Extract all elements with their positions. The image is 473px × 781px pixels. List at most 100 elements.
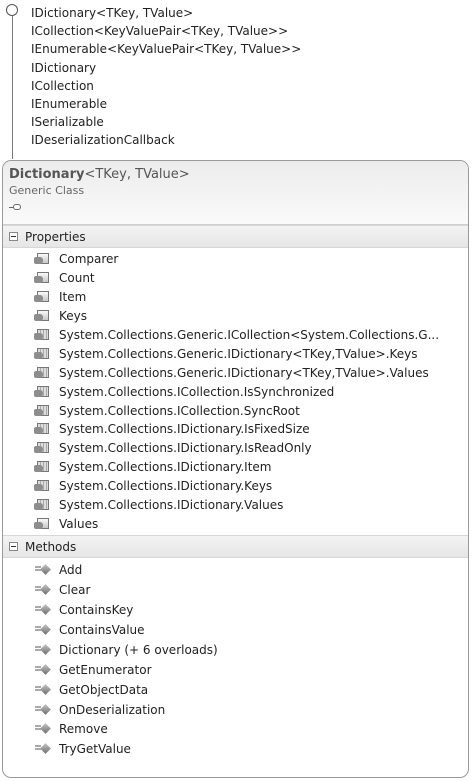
explicit-property-icon: [34, 479, 51, 493]
method-icon: [34, 563, 51, 577]
class-shape[interactable]: Dictionary<TKey, TValue> Generic Class P…: [2, 160, 469, 778]
property-item[interactable]: Keys: [3, 307, 468, 326]
method-icon: [34, 603, 51, 617]
method-icon: [34, 583, 51, 597]
method-name: Add: [59, 563, 83, 578]
explicit-property-icon: [34, 347, 51, 361]
collapse-minus-icon[interactable]: [9, 232, 18, 241]
property-item[interactable]: System.Collections.Generic.ICollection<S…: [3, 326, 468, 345]
property-name: System.Collections.IDictionary.Keys: [59, 479, 273, 494]
property-name: System.Collections.Generic.ICollection<S…: [59, 328, 440, 342]
method-name: Clear: [59, 583, 91, 598]
property-item[interactable]: System.Collections.IDictionary.Keys: [3, 477, 468, 496]
interface-lollipop: IDictionary<TKey, TValue> ICollection<Key…: [0, 0, 473, 160]
property-item[interactable]: System.Collections.ICollection.IsSynchro…: [3, 382, 468, 401]
method-item[interactable]: GetObjectData: [3, 680, 468, 700]
property-icon: [34, 290, 51, 304]
property-item[interactable]: System.Collections.IDictionary.IsReadOnl…: [3, 439, 468, 458]
interface-item: IEnumerable<KeyValuePair<TKey, TValue>>: [31, 42, 302, 57]
property-icon: [34, 517, 51, 531]
method-item[interactable]: GetEnumerator: [3, 660, 468, 680]
properties-section-label: Properties: [25, 229, 86, 244]
explicit-property-icon: [34, 385, 51, 399]
interface-item: ISerializable: [31, 115, 104, 130]
method-item[interactable]: Add: [3, 560, 468, 580]
method-item[interactable]: OnDeserialization: [3, 700, 468, 720]
explicit-property-icon: [34, 328, 51, 342]
property-item[interactable]: System.Collections.Generic.IDictionary<T…: [3, 363, 468, 382]
interface-list: IDictionary<TKey, TValue> ICollection<Key…: [31, 4, 301, 150]
property-name: System.Collections.IDictionary.IsReadOnl…: [59, 441, 312, 456]
methods-section-label: Methods: [25, 539, 77, 554]
properties-list: Comparer Count Item Keys System.Collections.…: [3, 248, 468, 535]
collapse-toggle-icon[interactable]: [9, 204, 23, 212]
collapse-minus-icon[interactable]: [9, 542, 18, 552]
class-header: Dictionary<TKey, TValue> Generic Class: [3, 161, 468, 225]
class-title: Dictionary<TKey, TValue>: [9, 167, 468, 182]
method-icon: [34, 663, 51, 677]
property-item[interactable]: System.Collections.ICollection.SyncRoot: [3, 401, 468, 420]
property-name: System.Collections.IDictionary.IsFixedSi…: [59, 422, 310, 437]
property-item[interactable]: Values: [3, 514, 468, 533]
property-name: Item: [59, 290, 87, 305]
method-icon: [34, 703, 51, 717]
property-name: System.Collections.IDictionary.Values: [59, 498, 284, 513]
explicit-property-icon: [34, 366, 51, 380]
method-item[interactable]: ContainsValue: [3, 620, 468, 640]
method-name: TryGetValue: [59, 742, 131, 757]
method-icon: [34, 643, 51, 657]
method-name: Dictionary (+ 6 overloads): [59, 642, 218, 657]
method-item[interactable]: TryGetValue: [3, 739, 468, 759]
method-icon: [34, 683, 51, 697]
property-item[interactable]: Comparer: [3, 250, 468, 269]
method-icon: [34, 722, 51, 736]
method-icon: [34, 623, 51, 637]
method-item[interactable]: ContainsKey: [3, 600, 468, 620]
class-generic-params: <TKey, TValue>: [84, 167, 190, 182]
interface-item: IDictionary<TKey, TValue>: [31, 6, 194, 20]
methods-list: Add Clear ContainsKey ContainsValue Dictiona…: [3, 558, 468, 761]
property-icon: [34, 271, 51, 285]
class-name: Dictionary: [9, 167, 85, 182]
method-name: ContainsKey: [59, 603, 134, 618]
property-name: System.Collections.ICollection.IsSynchro…: [59, 384, 335, 399]
method-name: OnDeserialization: [59, 702, 166, 717]
property-item[interactable]: System.Collections.IDictionary.Values: [3, 496, 468, 515]
interface-item: ICollection: [31, 78, 94, 93]
properties-section-header[interactable]: Properties: [3, 225, 468, 248]
explicit-property-icon: [34, 498, 51, 512]
method-item[interactable]: Clear: [3, 580, 468, 600]
method-name: Remove: [59, 722, 108, 737]
property-name: System.Collections.IDictionary.Item: [59, 460, 272, 475]
explicit-property-icon: [34, 404, 51, 418]
property-name: Keys: [59, 309, 88, 324]
explicit-property-icon: [34, 422, 51, 436]
property-name: Values: [59, 516, 99, 531]
property-name: System.Collections.ICollection.SyncRoot: [59, 403, 300, 418]
property-name: Count: [59, 271, 95, 286]
property-item[interactable]: System.Collections.Generic.IDictionary<T…: [3, 344, 468, 363]
explicit-property-icon: [34, 460, 51, 474]
interface-item: IDeserializationCallback: [31, 133, 175, 148]
method-name: ContainsValue: [59, 622, 145, 637]
property-icon: [34, 309, 51, 323]
property-item[interactable]: System.Collections.IDictionary.Item: [3, 458, 468, 477]
method-icon: [34, 742, 51, 756]
property-item[interactable]: Count: [3, 269, 468, 288]
interface-item: IDictionary: [31, 60, 97, 75]
interface-lollipop-icon[interactable]: [6, 4, 18, 16]
explicit-property-icon: [34, 441, 51, 455]
lollipop-connector-line: [12, 16, 13, 159]
method-item[interactable]: Dictionary (+ 6 overloads): [3, 640, 468, 660]
property-name: Comparer: [59, 252, 119, 267]
class-kind: Generic Class: [9, 184, 85, 197]
property-icon: [34, 252, 51, 266]
property-item[interactable]: System.Collections.IDictionary.IsFixedSi…: [3, 420, 468, 439]
method-name: GetEnumerator: [59, 662, 152, 677]
methods-section-header[interactable]: Methods: [3, 535, 468, 559]
method-item[interactable]: Remove: [3, 719, 468, 739]
property-name: System.Collections.Generic.IDictionary<T…: [59, 365, 429, 380]
property-name: System.Collections.Generic.IDictionary<T…: [59, 346, 418, 361]
method-name: GetObjectData: [59, 682, 149, 697]
property-item[interactable]: Item: [3, 288, 468, 307]
